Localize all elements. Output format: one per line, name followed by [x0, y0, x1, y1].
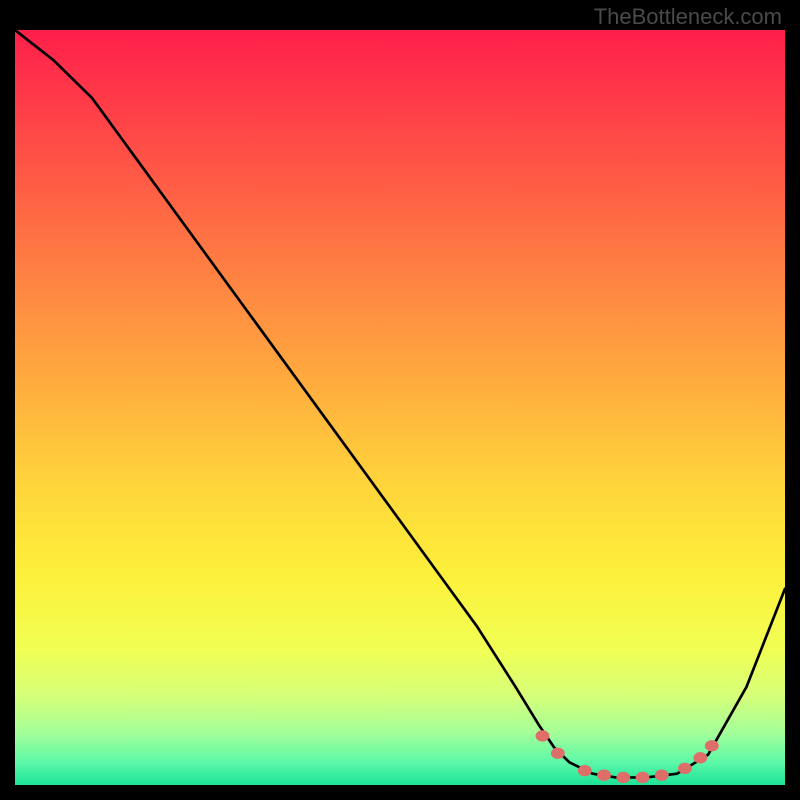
- marker-dot: [578, 765, 592, 776]
- marker-dot: [655, 770, 669, 781]
- marker-dot: [616, 772, 630, 783]
- marker-dot: [536, 730, 550, 741]
- watermark-text: TheBottleneck.com: [594, 4, 782, 30]
- bottleneck-curve-path: [15, 30, 785, 777]
- marker-dot: [636, 772, 650, 783]
- marker-dot: [705, 740, 719, 751]
- highlight-markers: [536, 730, 719, 783]
- bottleneck-curve-svg: [15, 30, 785, 785]
- marker-dot: [597, 770, 611, 781]
- chart-area: [15, 30, 785, 785]
- marker-dot: [693, 752, 707, 763]
- marker-dot: [551, 748, 565, 759]
- marker-dot: [678, 763, 692, 774]
